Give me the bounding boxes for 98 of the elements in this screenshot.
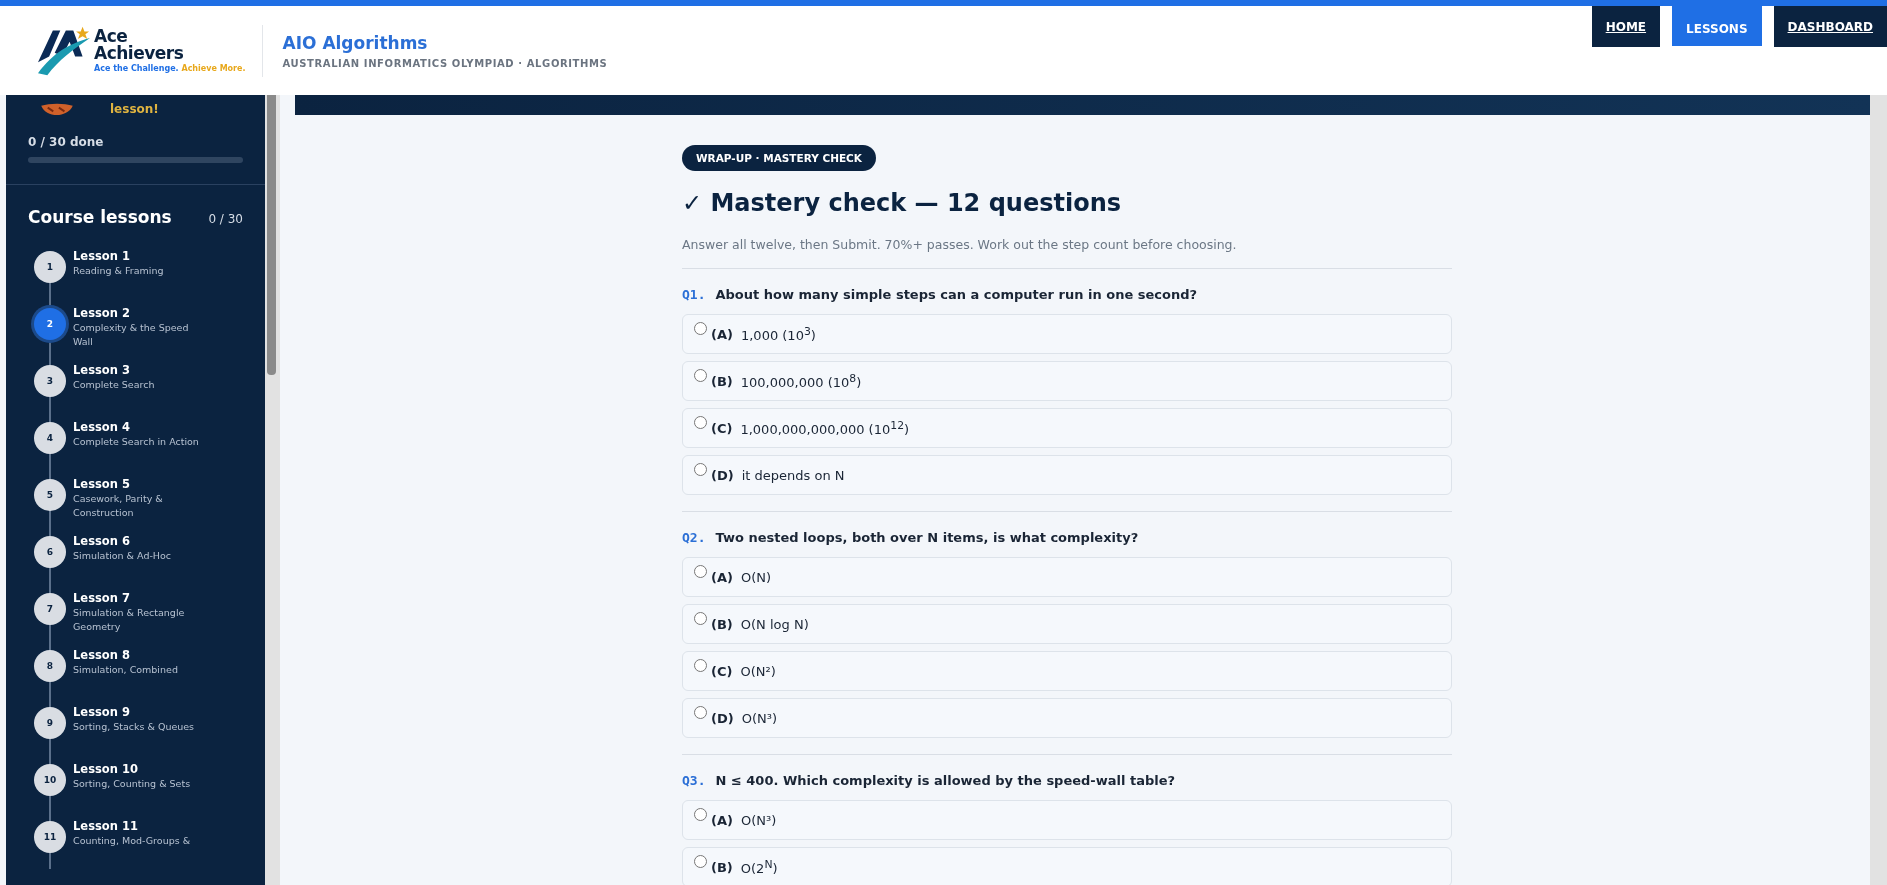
question-text: N ≤ 400. Which complexity is allowed by the speed-wall table? [715, 773, 1176, 788]
mascot-icon [40, 102, 74, 116]
option-letter: (B) [711, 616, 733, 632]
radio-button[interactable] [694, 808, 707, 821]
lesson-number[interactable]: 2 [34, 308, 66, 340]
site-title: AIO Algorithms [282, 32, 429, 53]
logo-wordmark: Achievers [94, 45, 185, 62]
option-text: 100,000,000 (10$^{8}$) [740, 371, 862, 391]
site-subtitle: AUSTRALIAN INFORMATICS OLYMPIAD · ALGORITHMS [282, 57, 608, 69]
quiz-title: ✓ Mastery check — 12 questions [682, 189, 1123, 217]
answer-option[interactable]: (B) 100,000,000 (10$^{8}$) [682, 361, 1452, 401]
lesson-title[interactable]: Lesson 4 [73, 419, 199, 435]
nav-link[interactable]: HOME [1591, 6, 1661, 47]
quiz-description: Answer all twelve, then Submit. 70%+ passes. Work out the step count before choosing. [682, 237, 1238, 252]
option-text: it depends on N [741, 467, 845, 483]
section-tag: WRAP-UP · MASTERY CHECK [682, 145, 876, 171]
answer-option[interactable]: (B) O(N log N) [682, 604, 1452, 644]
lesson-number[interactable]: 3 [34, 365, 66, 397]
option-letter: (D) [711, 467, 734, 483]
nav-link[interactable]: LESSONS [1672, 6, 1762, 46]
radio-button[interactable] [694, 463, 707, 476]
section-heading: Course lessons [28, 207, 172, 227]
lesson-title[interactable]: Lesson 5 [73, 476, 203, 492]
lesson-number[interactable]: 5 [34, 479, 66, 511]
radio-button[interactable] [694, 706, 707, 719]
question-number: Q3. [682, 773, 706, 788]
lesson-title[interactable]: Lesson 11 [73, 818, 191, 834]
lesson-subtitle: Sorting, Stacks & Queues [73, 720, 195, 734]
lesson-subtitle: Casework, Parity & Construction [73, 492, 164, 520]
lesson-subtitle: Simulation & Rectangle Geometry [73, 606, 186, 634]
option-letter: (A) [711, 812, 733, 828]
lesson-count: 0 / 30 [208, 212, 243, 226]
radio-button[interactable] [694, 322, 707, 335]
answer-option[interactable]: (D) O(N³) [682, 698, 1452, 738]
option-text: O(N³) [740, 812, 777, 828]
lesson-number[interactable]: 9 [34, 707, 66, 739]
logo-tagline: Ace the Challenge. Achieve More. [94, 65, 246, 73]
lesson-title[interactable]: Lesson 10 [73, 761, 191, 777]
option-letter: (C) [711, 663, 733, 679]
answer-option[interactable]: (A) 1,000 (10$^{3}$) [682, 314, 1452, 354]
scrollbar[interactable] [1870, 95, 1887, 885]
answer-option[interactable]: (B) O(2$^{N}$) [682, 847, 1452, 885]
question-number: Q2. [682, 530, 706, 545]
question-text: Two nested loops, both over N items, is what complexity? [715, 530, 1139, 545]
option-letter: (C) [711, 420, 733, 436]
lesson-title[interactable]: Lesson 2 [73, 305, 203, 321]
option-letter: (A) [711, 326, 733, 342]
lesson-subtitle: Simulation, Combined [73, 663, 178, 677]
lesson-subtitle: Sorting, Counting & Sets [73, 777, 191, 791]
logo-icon [36, 24, 92, 77]
question-number: Q1. [682, 287, 706, 302]
lesson-subtitle: Simulation & Ad-Hoc [73, 549, 172, 563]
radio-button[interactable] [694, 369, 707, 382]
radio-button[interactable] [694, 855, 707, 868]
lesson-subtitle: Reading & Framing [73, 264, 164, 278]
lesson-subtitle: Complexity & the Speed Wall [73, 321, 190, 349]
option-text: O(2$^{N}$) [740, 857, 778, 877]
option-text: O(N) [740, 569, 772, 585]
lesson-number[interactable]: 4 [34, 422, 66, 454]
option-text: 1,000 (10$^{3}$) [740, 324, 816, 344]
lesson-number[interactable]: 10 [34, 764, 66, 796]
radio-button[interactable] [694, 612, 707, 625]
lesson-title[interactable]: Lesson 3 [73, 362, 155, 378]
question-text: About how many simple steps can a computer run in one second? [715, 287, 1198, 302]
answer-option[interactable]: (D) it depends on N [682, 455, 1452, 495]
lesson-number[interactable]: 8 [34, 650, 66, 682]
lesson-number[interactable]: 1 [34, 251, 66, 283]
lesson-subtitle: Counting, Mod-Groups & [73, 834, 191, 848]
answer-option[interactable]: (A) O(N) [682, 557, 1452, 597]
radio-button[interactable] [694, 565, 707, 578]
lesson-subtitle: Complete Search in Action [73, 435, 199, 449]
radio-button[interactable] [694, 659, 707, 672]
option-text: O(N log N) [740, 616, 809, 632]
option-letter: (B) [711, 859, 733, 875]
option-letter: (B) [711, 373, 733, 389]
lesson-title[interactable]: Lesson 6 [73, 533, 172, 549]
option-text: O(N³) [741, 710, 777, 726]
lesson-title[interactable]: Lesson 8 [73, 647, 178, 663]
greeting-text: lesson! [110, 102, 159, 116]
progress-label: 0 / 30 done [28, 135, 105, 149]
lesson-subtitle: Complete Search [73, 378, 155, 392]
option-letter: (A) [711, 569, 733, 585]
answer-option[interactable]: (C) 1,000,000,000,000 (10$^{12}$) [682, 408, 1452, 448]
radio-button[interactable] [694, 416, 707, 429]
lesson-number[interactable]: 6 [34, 536, 66, 568]
lesson-title[interactable]: Lesson 9 [73, 704, 195, 720]
answer-option[interactable]: (A) O(N³) [682, 800, 1452, 840]
lesson-number[interactable]: 11 [34, 821, 66, 853]
option-text: O(N²) [740, 663, 776, 679]
lesson-title[interactable]: Lesson 7 [73, 590, 203, 606]
lesson-title[interactable]: Lesson 1 [73, 248, 164, 264]
option-letter: (D) [711, 710, 734, 726]
option-text: 1,000,000,000,000 (10$^{12}$) [740, 418, 910, 438]
scrollbar[interactable] [265, 95, 280, 885]
nav-link[interactable]: DASHBOARD [1773, 6, 1887, 47]
logo-wordmark: Ace [94, 28, 128, 45]
answer-option[interactable]: (C) O(N²) [682, 651, 1452, 691]
lesson-number[interactable]: 7 [34, 593, 66, 625]
